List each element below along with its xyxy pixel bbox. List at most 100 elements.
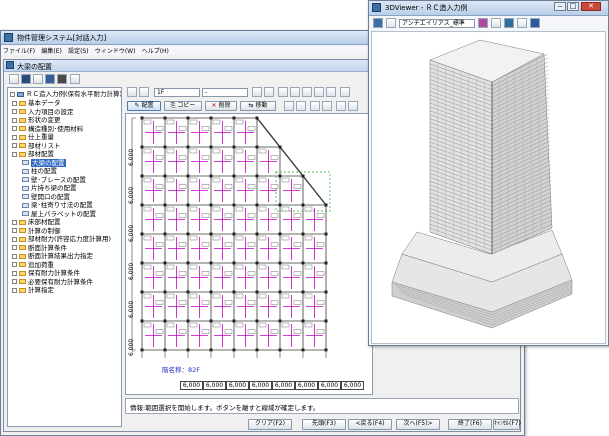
footer-button[interactable]: <戻る(F4) [348,419,392,430]
move-button[interactable]: ⇆ 移動 [240,101,276,111]
tree-item[interactable]: 床部材配置 [12,218,61,226]
zoom-out-icon[interactable] [302,87,312,97]
floor-select-2[interactable]: - [202,88,248,97]
forward-arrow-icon[interactable] [264,87,274,97]
expand-icon[interactable] [12,245,17,250]
tree-item[interactable]: 大梁の配置 [22,158,66,167]
expand-icon[interactable] [12,126,17,131]
tree-item[interactable]: 入力項目の設定 [12,108,74,116]
grid-icon[interactable] [127,87,137,97]
tree-item[interactable]: 構造種別･使用材料 [12,125,83,133]
tree-item[interactable]: 形状の変更 [12,116,61,124]
back-arrow-icon[interactable] [252,87,262,97]
viewer-copy-icon[interactable] [517,18,527,28]
expand-icon[interactable] [12,279,17,284]
zoom-window-icon[interactable] [326,87,336,97]
viewer-mode-icon[interactable] [386,18,396,28]
tree-item[interactable]: 部材リスト [12,142,61,150]
tree-root[interactable]: ＲＣ造入力例(保有水平耐力計算) [10,90,121,98]
minimize-button[interactable]: ‒ [554,2,566,11]
tree-item[interactable]: 仕上重量 [12,133,54,141]
expand-icon[interactable] [12,219,17,225]
tree-item[interactable]: 保有耐力計算条件 [12,269,80,277]
select-icon-1[interactable] [284,101,294,111]
footer-button[interactable]: ｷｬﾝｾﾙ(F7) [493,419,521,430]
select-icon-5[interactable] [336,101,346,111]
expand-icon[interactable] [12,117,17,123]
drawing-canvas[interactable]: 階名称：82F 6,000 6,000 6,000 6,000 6,000 6,000 6,… [125,113,373,395]
expand-icon[interactable] [12,270,17,276]
column-marker [186,174,190,178]
floor-select[interactable]: 1F [154,88,200,97]
expand-icon[interactable] [12,109,17,114]
expand-icon[interactable] [12,134,17,140]
menu-help[interactable]: ヘルプ(H) [142,46,169,55]
expand-icon[interactable] [12,236,17,242]
tree-item[interactable]: 梁･柱寄り寸法の配置 [22,201,93,209]
select-icon-6[interactable] [348,101,358,111]
tree-item[interactable]: 屋上パラペットの配置 [22,210,96,218]
building-3d-model[interactable] [372,32,605,343]
select-icon-2[interactable] [296,101,306,111]
copy-button[interactable]: ⎘ コピー [164,101,202,111]
tree-item[interactable]: 壁開口の配置 [22,193,70,201]
tree-item[interactable]: 断面計算条件 [12,244,67,252]
tree-item[interactable]: 基本データ [12,99,61,107]
tree-item[interactable]: 部材配置 [12,150,54,158]
new-file-icon[interactable] [9,74,19,84]
calc-icon[interactable] [57,74,67,84]
footer-button[interactable]: 次へ(F5)> [396,419,440,430]
tree-item[interactable]: 断面計算結果出力指定 [12,252,93,260]
tree-item[interactable]: 壁･ブレースの配置 [22,176,86,184]
maximize-button[interactable]: □ [567,2,579,11]
close-button[interactable]: ✕ [581,2,601,11]
image-icon[interactable] [278,87,288,97]
pan-icon[interactable] [340,87,350,97]
tree-item[interactable]: 計算指定 [12,286,54,294]
select-icon-3[interactable] [310,101,320,111]
save-icon[interactable] [21,74,31,84]
select-icon-4[interactable] [322,101,332,111]
footer-button[interactable]: 先頭(F3) [302,419,346,430]
menu-window[interactable]: ウィンドウ(W) [95,46,136,55]
render-mode-select[interactable]: アンチエイリアス_標準 [399,19,475,28]
viewer-help-icon[interactable] [530,18,540,28]
beam-tag [201,300,210,305]
preview-icon[interactable] [45,74,55,84]
menu-file[interactable]: ファイル(F) [3,46,35,55]
viewer-image-icon[interactable] [504,18,514,28]
tree-item[interactable]: 部材耐力(許容応力度計算用) [12,235,111,243]
footer-button[interactable]: 終了(F6) [448,419,492,430]
viewer-titlebar: 3DViewer - ＲＣ造入力例 ‒ □ ✕ [369,1,608,16]
tree-item[interactable]: 計算の制御 [12,227,61,235]
expand-icon[interactable] [12,143,17,148]
tree-item[interactable]: 柱の配置 [22,167,57,175]
place-button[interactable]: ✎ 配置 [127,101,161,111]
viewer-palette-icon[interactable] [478,18,488,28]
zoom-fit-icon[interactable] [314,87,324,97]
expand-icon[interactable] [12,100,17,106]
beam-tag [189,322,198,328]
expand-icon[interactable] [12,262,17,267]
column-marker [324,232,328,236]
expand-icon[interactable] [12,287,17,293]
zoom-in-icon[interactable] [290,87,300,97]
floor-plan[interactable] [126,114,373,395]
footer-button[interactable]: クリア(F2) [248,419,292,430]
expand-icon[interactable] [12,151,17,157]
tree-item[interactable]: 必要保有耐力計算条件 [12,278,93,286]
delete-button[interactable]: ✕ 削除 [205,101,237,111]
print-icon[interactable] [33,74,43,84]
viewer-canvas[interactable] [371,31,606,344]
menu-settings[interactable]: 設定(S) [68,46,89,55]
expand-icon[interactable] [12,253,17,259]
viewer-reset-icon[interactable] [373,18,383,28]
help-icon[interactable] [70,74,80,84]
tree-item[interactable]: 追加荷重 [12,261,54,269]
tree-item[interactable]: 片持ち梁の配置 [22,184,77,192]
tree-view[interactable]: ＲＣ造入力例(保有水平耐力計算) 基本データ 入力項目の設定 形状の変更 構造種別･使… [7,87,122,427]
menu-edit[interactable]: 編集(E) [41,46,61,55]
layer-icon[interactable] [139,87,149,97]
expand-icon[interactable] [12,228,17,233]
viewer-settings-icon[interactable] [491,18,501,28]
